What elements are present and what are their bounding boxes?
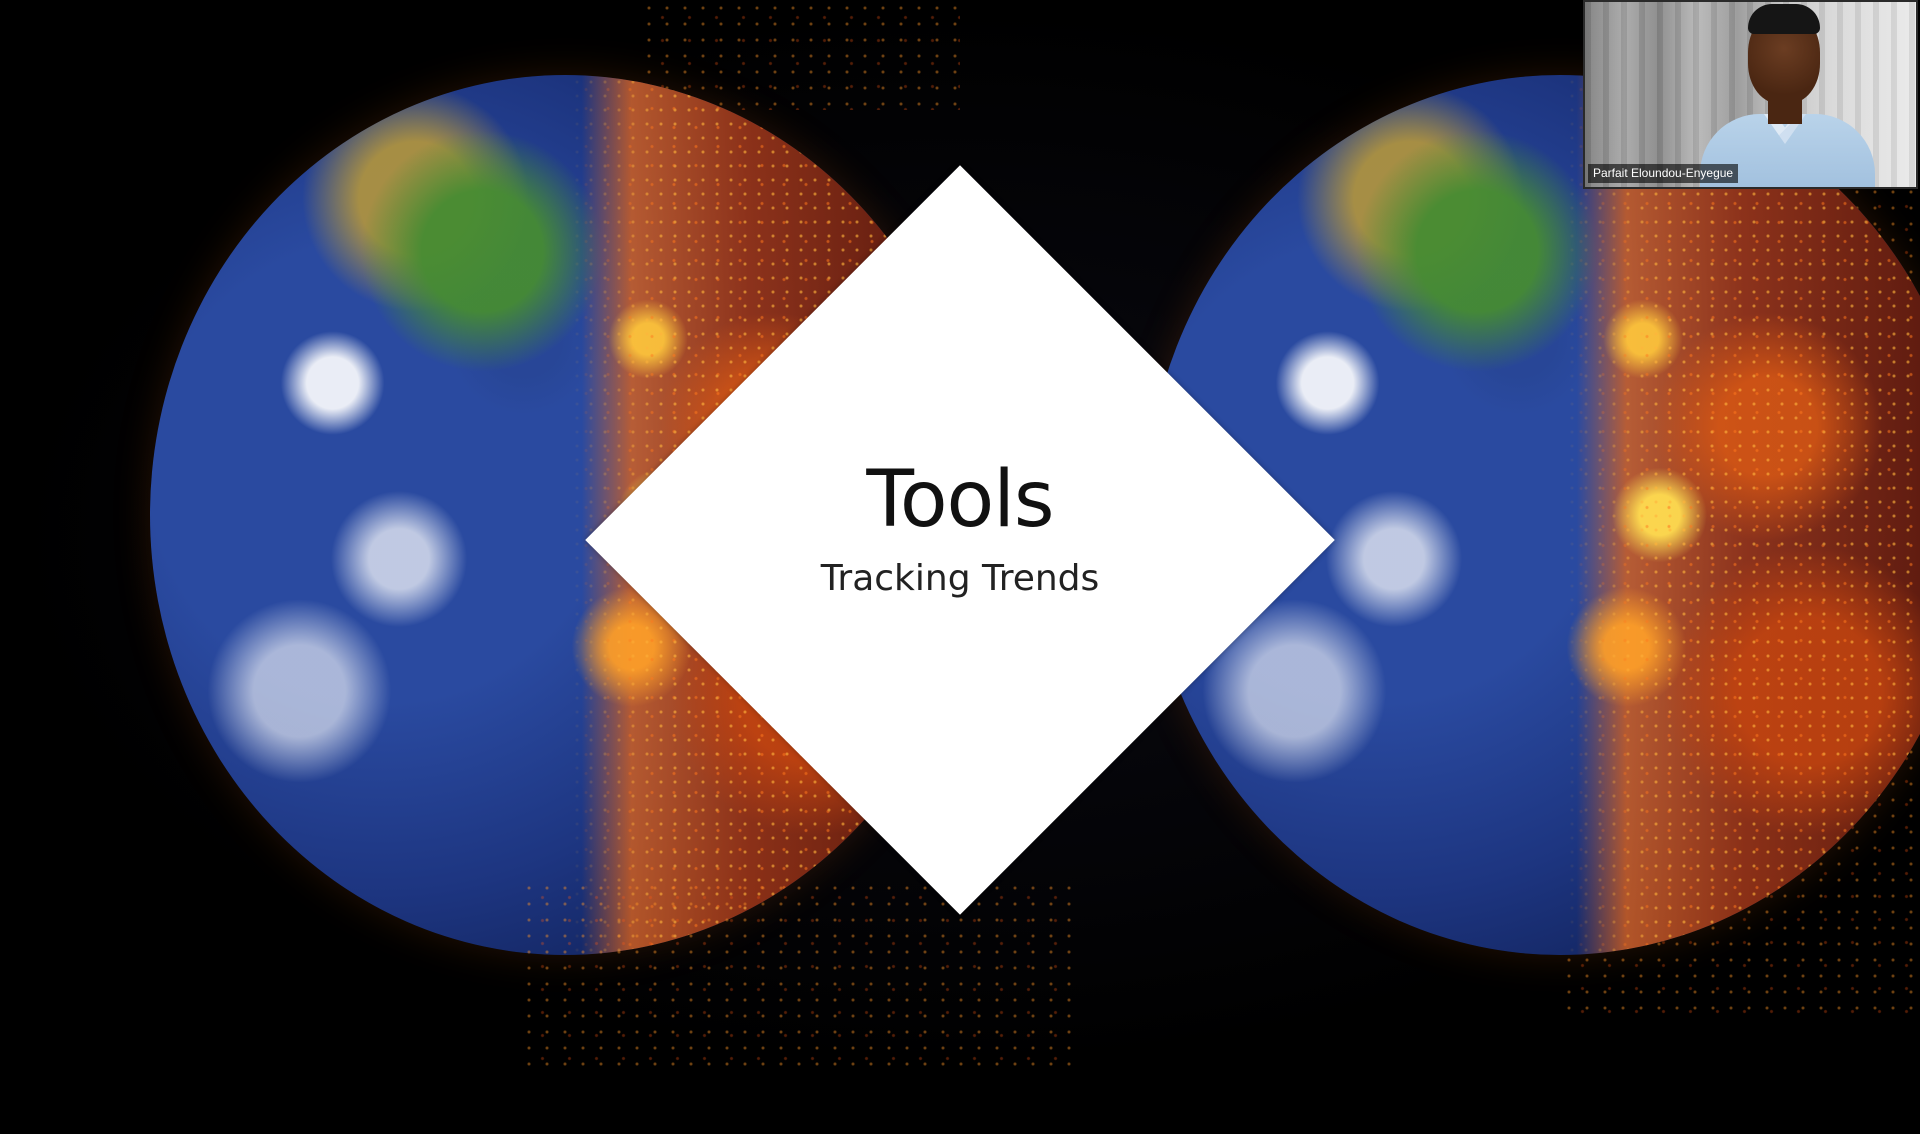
letterbox-bar	[0, 1075, 1920, 1134]
participant-video[interactable]: Parfait Eloundou-Enyegue	[1583, 0, 1918, 189]
hair	[1748, 4, 1820, 34]
participant-avatar	[1700, 2, 1875, 187]
slide-subtitle: Tracking Trends	[820, 558, 1100, 599]
screen-share-view: Tools Tracking Trends Parfait Eloundou-E…	[0, 0, 1920, 1134]
title-block: Tools Tracking Trends	[710, 455, 1210, 601]
fire-sparks-decoration	[520, 880, 1080, 1070]
participant-name-label: Parfait Eloundou-Enyegue	[1588, 164, 1739, 183]
slide-title: Tools	[866, 455, 1054, 545]
